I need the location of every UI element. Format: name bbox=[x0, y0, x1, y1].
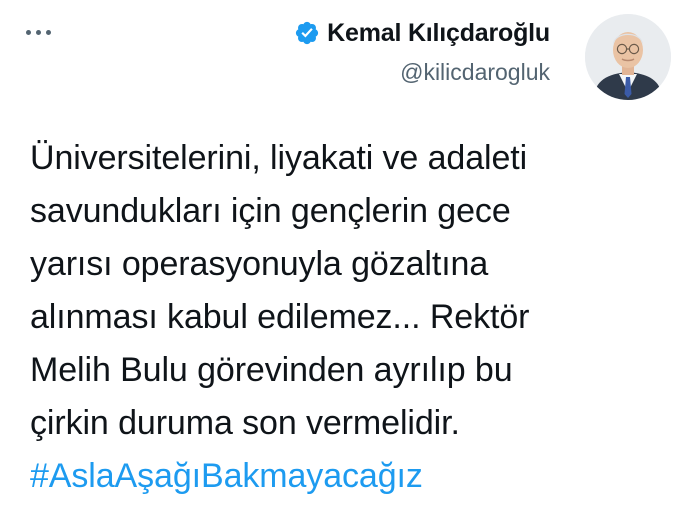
author-name-row: Kemal Kılıçdaroğlu bbox=[294, 16, 550, 50]
tweet-card: Kemal Kılıçdaroğlu @kilicdarogluk Üniver… bbox=[0, 0, 700, 515]
ellipsis-icon bbox=[26, 29, 31, 35]
profile-photo bbox=[585, 14, 671, 100]
tweet-text-line: savundukları için gençlerin gece bbox=[30, 192, 511, 230]
tweet-text-line: Üniversitelerini, liyakati ve adaleti bbox=[30, 139, 528, 177]
tweet-text-line: çirkin duruma son vermelidir. bbox=[30, 404, 460, 442]
verified-badge-icon bbox=[296, 21, 319, 45]
more-options-button[interactable] bbox=[26, 22, 62, 42]
ellipsis-icon bbox=[36, 29, 41, 35]
author-handle[interactable]: @kilicdarogluk bbox=[294, 59, 550, 86]
tweet-text-line: Melih Bulu görevinden ayrılıp bu bbox=[30, 351, 513, 389]
tweet-text-line: yarısı operasyonuyla gözaltına bbox=[30, 245, 489, 283]
tweet-text-line: alınması kabul edilemez... Rektör bbox=[30, 298, 530, 336]
ellipsis-icon bbox=[46, 29, 51, 35]
tweet-text: Üniversitelerini, liyakati ve adaleti sa… bbox=[30, 132, 650, 503]
tweet-author: Kemal Kılıçdaroğlu @kilicdarogluk bbox=[294, 16, 550, 86]
author-display-name[interactable]: Kemal Kılıçdaroğlu bbox=[327, 19, 550, 48]
hashtag-link[interactable]: #AslaAşağıBakmayacağız bbox=[30, 450, 650, 503]
avatar[interactable] bbox=[585, 14, 671, 100]
